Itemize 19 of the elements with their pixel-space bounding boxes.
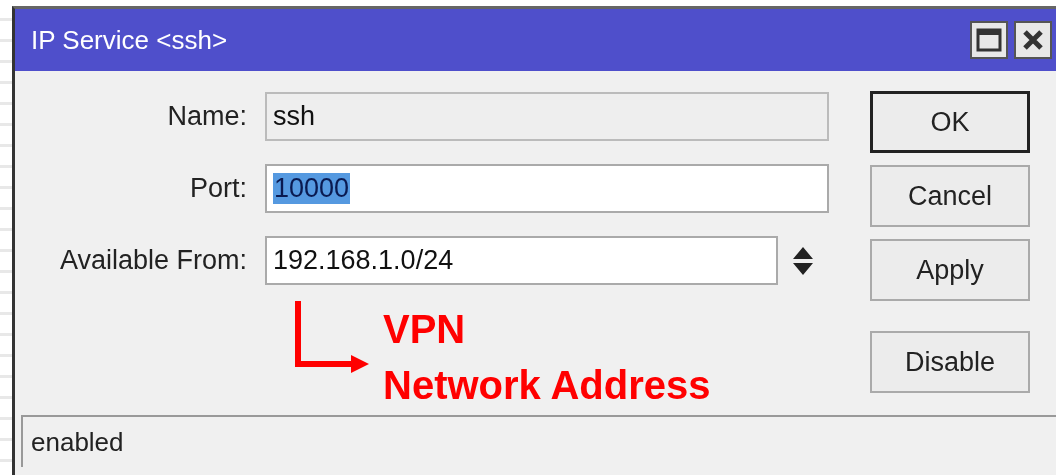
close-icon	[1022, 29, 1044, 51]
annotation-text: Network Address	[383, 362, 711, 409]
up-down-arrow-icon[interactable]	[792, 245, 814, 276]
input-field[interactable]: 10000	[265, 164, 829, 213]
status-bar: enabled	[21, 415, 1056, 467]
dialog-button[interactable]: Disable	[870, 331, 1030, 393]
annotation-text: VPN	[383, 306, 467, 353]
dialog-button[interactable]: Apply	[870, 239, 1030, 301]
field-label: Name:	[166, 101, 247, 132]
field-label: Port:	[188, 173, 247, 204]
input-field[interactable]: 192.168.1.0/24	[265, 236, 778, 285]
dialog-button[interactable]: OK	[870, 91, 1030, 153]
maximize-icon	[976, 28, 1002, 52]
window-title: IP Service <ssh>	[31, 24, 228, 56]
close-button[interactable]	[1014, 21, 1052, 59]
field-label: Available From:	[58, 245, 247, 276]
selected-text: 10000	[273, 173, 351, 204]
dialog-button[interactable]: Cancel	[870, 165, 1030, 227]
maximize-button[interactable]	[970, 21, 1008, 59]
